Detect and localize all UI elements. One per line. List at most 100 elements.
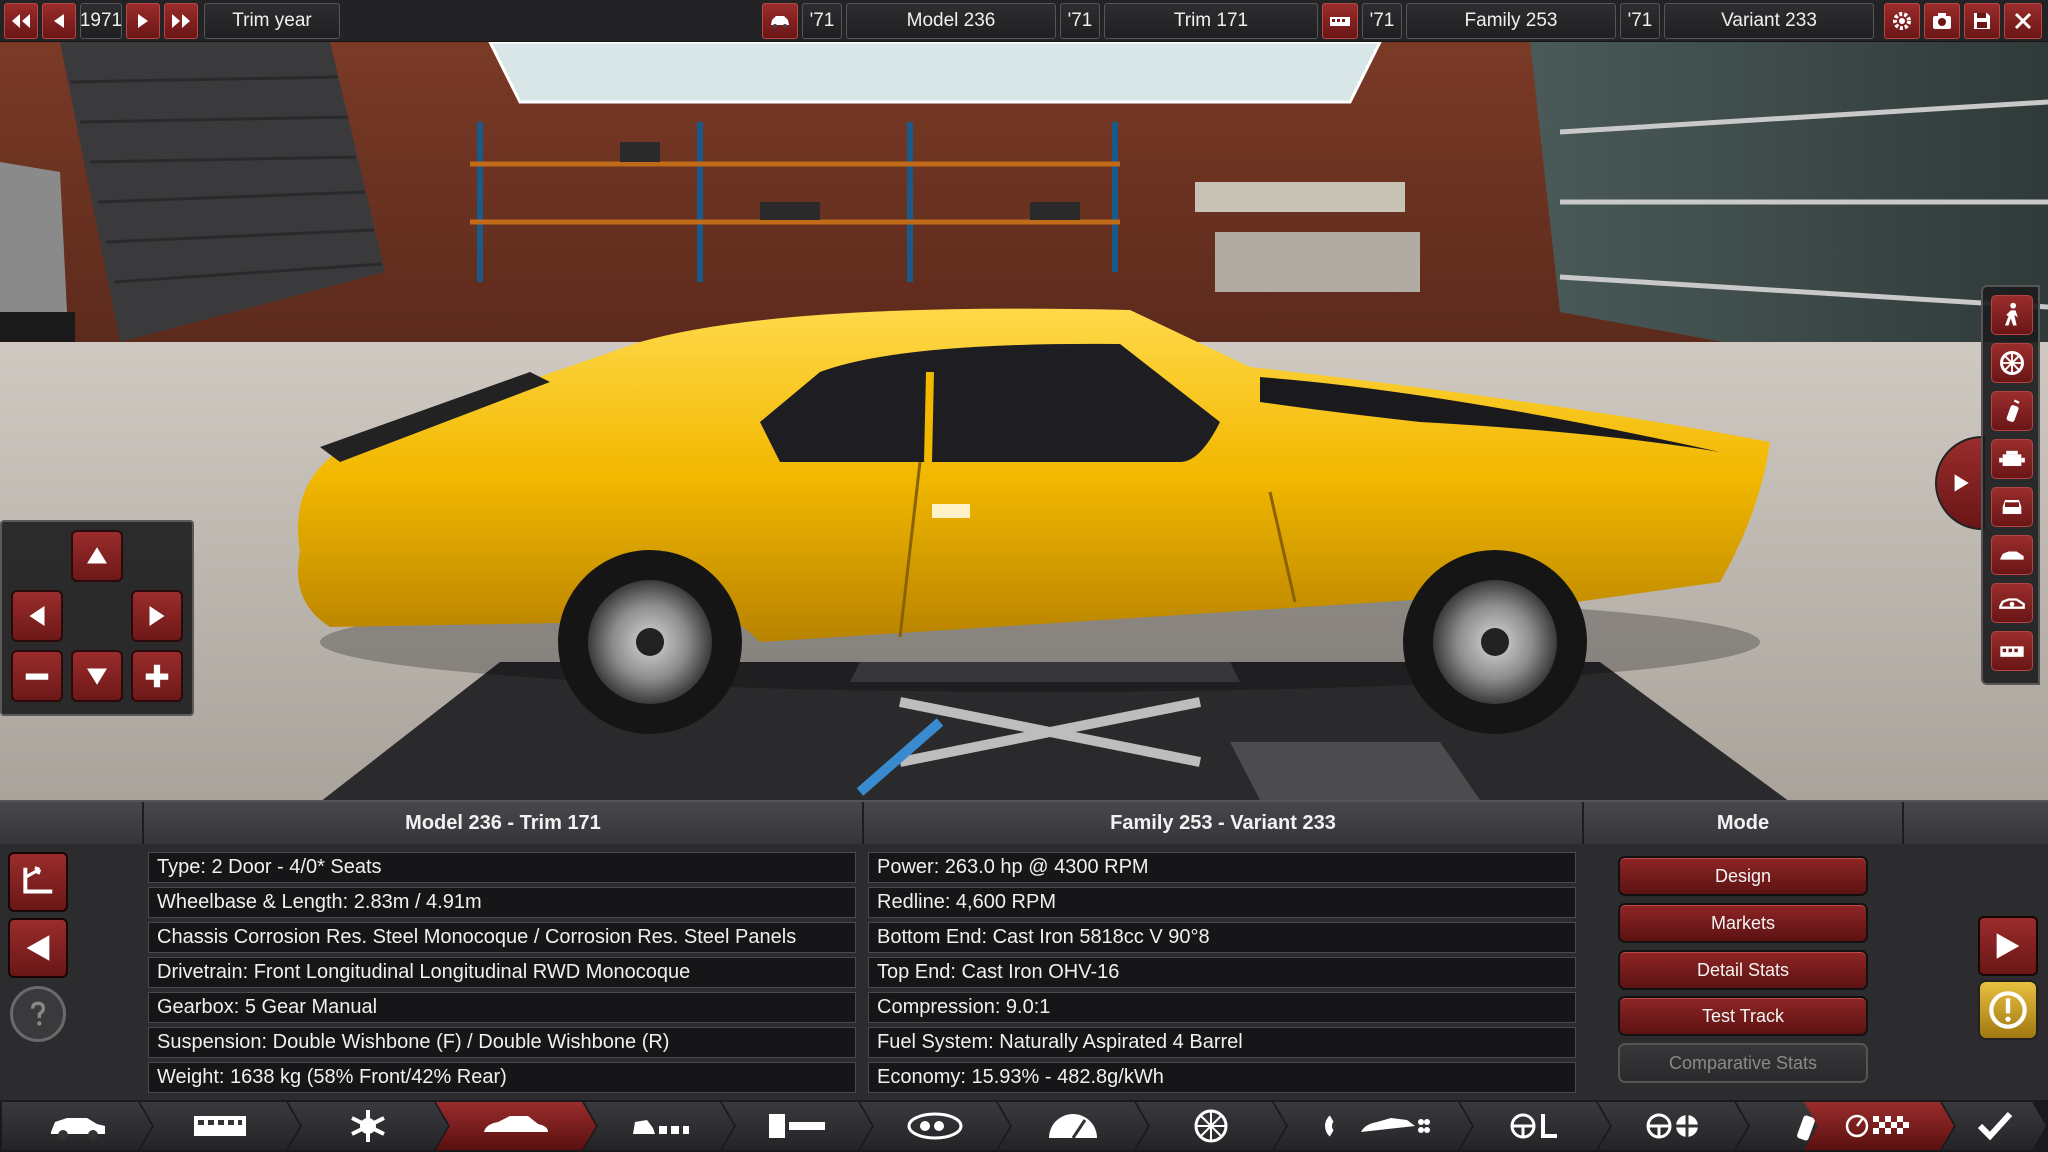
gauge-icon: [1033, 1106, 1113, 1146]
garage-scene: [0, 42, 2048, 800]
next-button[interactable]: [1978, 916, 2038, 976]
triangle-left-icon: [26, 935, 50, 961]
settings-button[interactable]: [1884, 3, 1920, 39]
exclamation-icon: [1989, 991, 2027, 1029]
close-icon: [2014, 12, 2032, 30]
driver-view-button[interactable]: [1991, 295, 2033, 335]
play-left-icon: [54, 14, 64, 28]
crop-icon: [23, 866, 53, 894]
model-stat-row: Weight: 1638 kg (58% Front/42% Rear): [148, 1062, 856, 1093]
plus-icon: [145, 664, 169, 688]
nav-engine-tune[interactable]: [998, 1102, 1148, 1150]
car-body-icon: [476, 1106, 556, 1146]
model-header: Model 236 - Trim 171: [144, 802, 864, 844]
nav-testing[interactable]: [1804, 1102, 1954, 1150]
mode-detail-stats-button[interactable]: Detail Stats: [1618, 950, 1868, 990]
family-year: '71: [1362, 3, 1402, 39]
mode-design-button[interactable]: Design: [1618, 856, 1868, 896]
spray-can-icon: [2006, 399, 2020, 422]
mode-test-track-button[interactable]: Test Track: [1618, 996, 1868, 1036]
help-button[interactable]: [10, 986, 66, 1042]
year-last-button[interactable]: [164, 3, 198, 39]
nav-aero[interactable]: [1322, 1102, 1472, 1150]
engine-stat-row: Fuel System: Naturally Aspirated 4 Barre…: [868, 1027, 1576, 1058]
zoom-in-button[interactable]: [131, 650, 183, 702]
back-button[interactable]: [8, 918, 68, 978]
model-name-field[interactable]: Model 236: [846, 3, 1056, 39]
car-aero-icon: [1357, 1106, 1437, 1146]
trim-year: '71: [1060, 3, 1100, 39]
body-view-button[interactable]: [1991, 535, 2033, 575]
nav-steering[interactable]: [1460, 1102, 1610, 1150]
model-year: '71: [802, 3, 842, 39]
engine-bay-button[interactable]: [1991, 631, 2033, 671]
camera-up-button[interactable]: [71, 530, 123, 582]
save-button[interactable]: [1964, 3, 2000, 39]
mode-markets-button[interactable]: Markets: [1618, 903, 1868, 943]
family-name-field[interactable]: Family 253: [1406, 3, 1616, 39]
design-step-nav: [0, 1100, 2048, 1152]
warning-button[interactable]: [1978, 980, 2038, 1040]
mode-comparative-stats-button[interactable]: Comparative Stats: [1618, 1043, 1868, 1083]
screenshot-button[interactable]: [1924, 3, 1960, 39]
checkmark-icon: [1954, 1106, 2034, 1146]
nav-car-model[interactable]: [2, 1102, 152, 1150]
info-panel: Model 236 - Trim 171 Type: 2 Door - 4/0*…: [0, 800, 2048, 1100]
double-chevron-right-icon: [172, 14, 190, 28]
model-stat-row: Drivetrain: Front Longitudinal Longitudi…: [148, 957, 856, 988]
gear-icon: [1893, 12, 1911, 30]
model-stat-row: Type: 2 Door - 4/0* Seats: [148, 852, 856, 883]
suspension-icon: [328, 1106, 408, 1146]
camera-left-button[interactable]: [11, 590, 63, 642]
camera-right-button[interactable]: [131, 590, 183, 642]
engine-stat-row: Top End: Cast Iron OHV-16: [868, 957, 1576, 988]
right-column-header: [1904, 802, 2048, 844]
crop-button[interactable]: [8, 852, 68, 912]
year-next-button[interactable]: [126, 3, 160, 39]
year-first-button[interactable]: [4, 3, 38, 39]
triangle-left-icon: [29, 606, 45, 626]
year-prev-button[interactable]: [42, 3, 76, 39]
fixtures-icon: [757, 1106, 837, 1146]
wheel-view-button[interactable]: [1991, 343, 2033, 383]
model-stat-row: Gearbox: 5 Gear Manual: [148, 992, 856, 1023]
zoom-out-button[interactable]: [11, 650, 63, 702]
triangle-right-icon: [1996, 933, 2020, 959]
nav-interior[interactable]: [584, 1102, 734, 1150]
car-front-icon: [2002, 500, 2022, 514]
steering-wheel-icon: [1495, 1106, 1575, 1146]
nav-body[interactable]: [436, 1102, 596, 1150]
car-viewport[interactable]: [0, 42, 2048, 800]
car-side-icon: [2000, 551, 2024, 560]
nav-suspension[interactable]: [288, 1102, 448, 1150]
engine-stat-row: Economy: 15.93% - 482.8g/kWh: [868, 1062, 1576, 1093]
nav-fixtures[interactable]: [722, 1102, 872, 1150]
family-header: Family 253 - Variant 233: [864, 802, 1584, 844]
close-button[interactable]: [2004, 3, 2042, 39]
nav-finish[interactable]: [1942, 1102, 2046, 1150]
nav-driveability[interactable]: [1598, 1102, 1748, 1150]
nav-engine[interactable]: [860, 1102, 1010, 1150]
steering-wheel-icon: [1633, 1106, 1713, 1146]
nav-chassis[interactable]: [140, 1102, 300, 1150]
model-car-button[interactable]: [762, 3, 798, 39]
triangle-right-icon: [1954, 474, 1969, 492]
paint-button[interactable]: [1991, 391, 2033, 431]
engine-view-button[interactable]: [1991, 439, 2033, 479]
engine-family-button[interactable]: [1322, 3, 1358, 39]
interior-view-button[interactable]: [1991, 487, 2033, 527]
camera-down-button[interactable]: [71, 650, 123, 702]
top-bar: 1971 Trim year '71 Model 236 '71 Trim 17…: [0, 0, 2048, 42]
left-column-header: [0, 802, 144, 844]
double-chevron-left-icon: [12, 14, 30, 28]
xray-view-button[interactable]: [1991, 583, 2033, 623]
year-value: 1971: [80, 3, 122, 39]
nav-wheels[interactable]: [1136, 1102, 1286, 1150]
variant-name-field[interactable]: Variant 233: [1664, 3, 1874, 39]
front-wheel: [558, 550, 742, 734]
minus-icon: [25, 673, 49, 680]
trim-name-field[interactable]: Trim 171: [1104, 3, 1318, 39]
engine-icon: [1330, 17, 1350, 26]
model-stat-row: Wheelbase & Length: 2.83m / 4.91m: [148, 887, 856, 918]
model-stat-row: Suspension: Double Wishbone (F) / Double…: [148, 1027, 856, 1058]
